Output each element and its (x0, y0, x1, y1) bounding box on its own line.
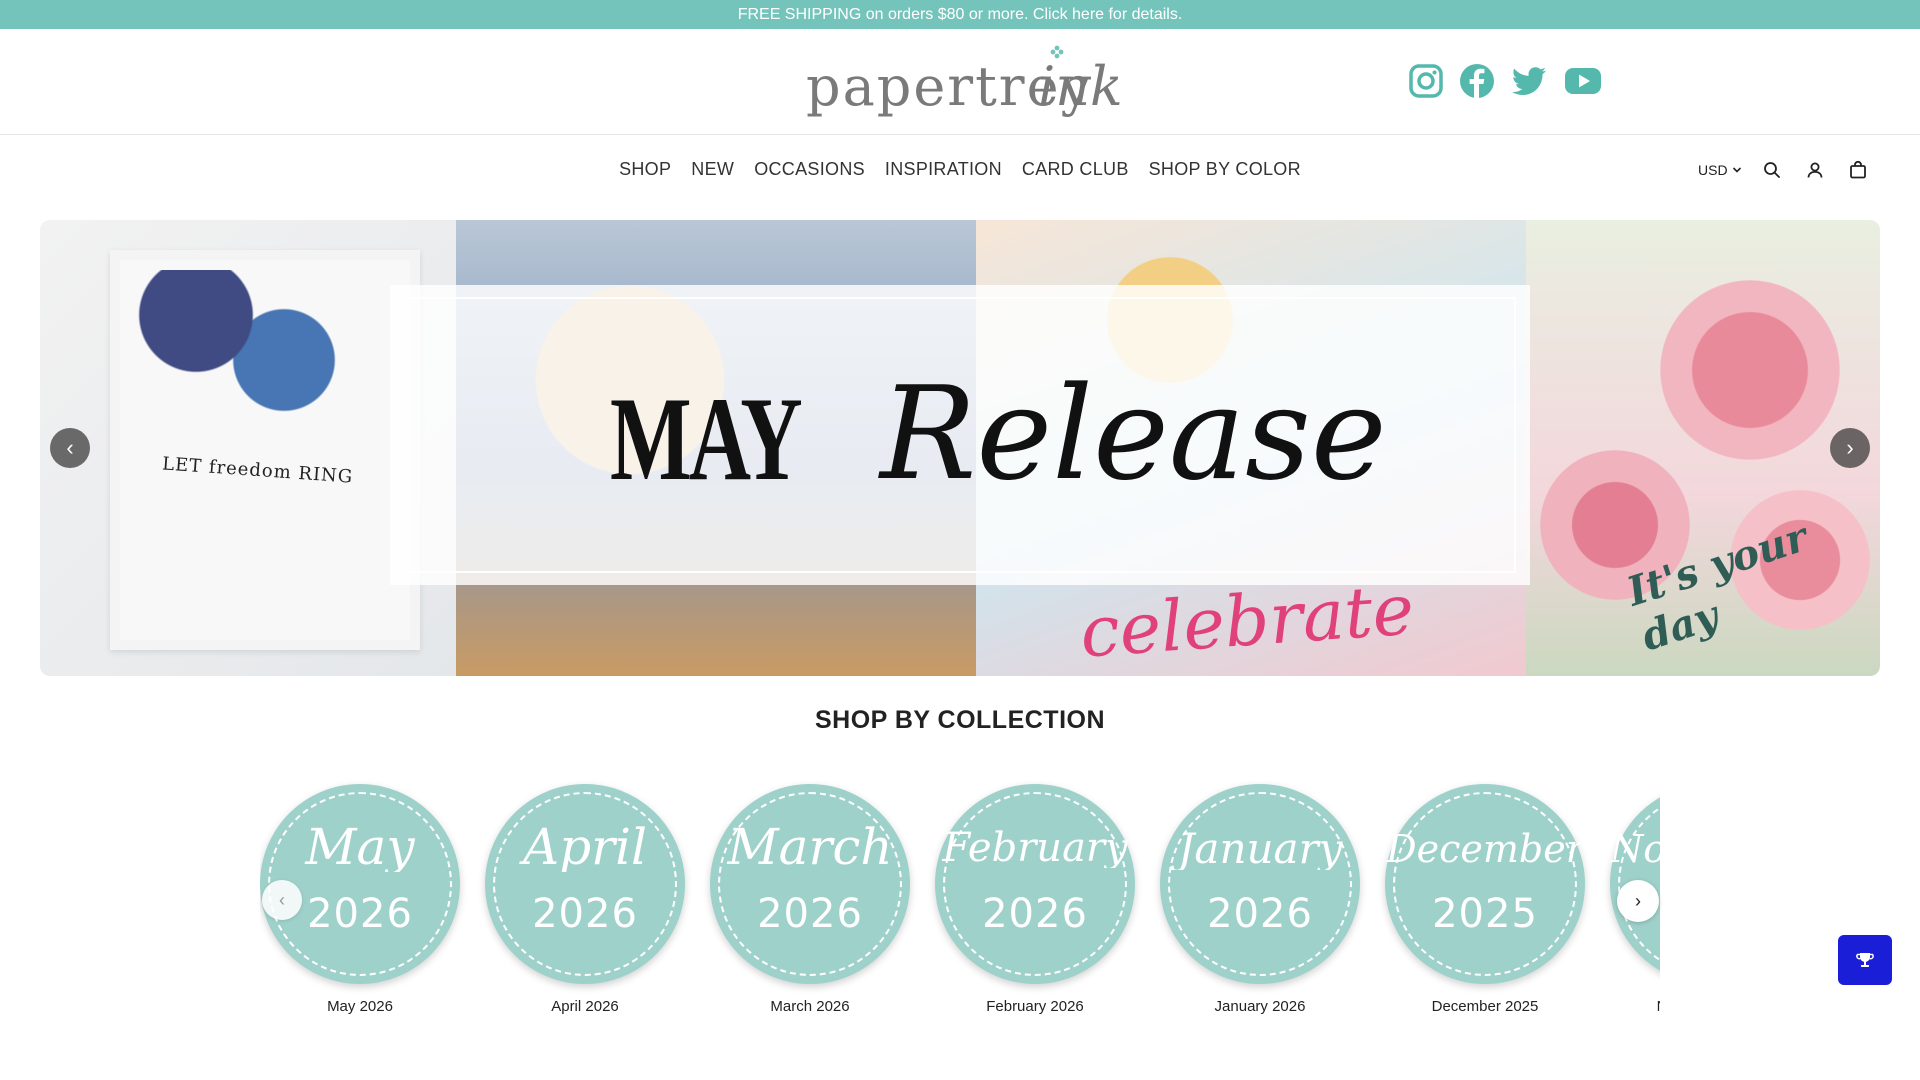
nav-item-card-club[interactable]: CARD CLUB (1022, 159, 1129, 180)
instagram-icon (1409, 64, 1443, 98)
trophy-icon (1856, 953, 1874, 967)
badge-month: May (305, 822, 415, 872)
badge-year: 2026 (532, 891, 638, 937)
facebook-link[interactable] (1458, 62, 1496, 100)
search-button[interactable] (1762, 160, 1782, 180)
account-button[interactable] (1805, 160, 1825, 180)
rewards-launcher-button[interactable] (1838, 935, 1892, 985)
nav-item-shop[interactable]: SHOP (619, 159, 671, 180)
collection-label[interactable]: January 2026 (1160, 998, 1360, 1015)
badge-year: 2026 (982, 891, 1088, 937)
hero-title-may: MAY (610, 372, 803, 505)
badge-year: 2026 (757, 891, 863, 937)
youtube-icon (1565, 68, 1601, 94)
badge-month: April (523, 822, 647, 872)
cart-icon (1850, 160, 1866, 179)
badge-year: 2025 (1432, 891, 1538, 937)
nav-item-inspiration[interactable]: INSPIRATION (885, 159, 1002, 180)
collection-item[interactable]: December 2025 December 2025 (1385, 780, 1585, 1020)
nav-item-shop-by-color[interactable]: SHOP BY COLOR (1149, 159, 1301, 180)
hero-title-release: Release (880, 360, 1387, 509)
collection-badge: April 2026 (485, 784, 685, 984)
collection-badge: January 2026 (1160, 784, 1360, 984)
brand-name-part2: ink (1038, 55, 1123, 118)
peony-flower-1 (1660, 280, 1840, 460)
badge-month: December (1386, 830, 1584, 868)
nav-menu: SHOP NEW OCCASIONS INSPIRATION CARD CLUB… (0, 159, 1920, 180)
currency-selector[interactable]: USD (1698, 162, 1742, 178)
collections-carousel: May 2026 May 2026 April 2026 April 2026 … (260, 780, 1660, 1020)
collection-badge: March 2026 (710, 784, 910, 984)
site-header: papertrey ink (0, 29, 1920, 135)
twitter-link[interactable] (1510, 62, 1548, 100)
chevron-down-icon (1732, 167, 1741, 173)
youtube-link[interactable] (1564, 62, 1602, 100)
collections-prev-button[interactable]: ‹ (262, 880, 302, 920)
collection-badge: December 2025 (1385, 784, 1585, 984)
collection-item[interactable]: January 2026 January 2026 (1160, 780, 1360, 1020)
facebook-icon (1460, 64, 1494, 98)
cart-button[interactable] (1848, 160, 1868, 180)
instagram-link[interactable] (1407, 62, 1445, 100)
flag-motif (130, 270, 350, 420)
announcement-text[interactable]: FREE SHIPPING on orders $80 or more. Cli… (738, 6, 1183, 23)
collection-label[interactable]: February 2026 (935, 998, 1135, 1015)
collection-label[interactable]: May 2026 (260, 998, 460, 1015)
nav-item-occasions[interactable]: OCCASIONS (754, 159, 865, 180)
currency-label: USD (1698, 162, 1728, 178)
badge-month: January (1177, 828, 1343, 870)
search-icon (1764, 162, 1780, 178)
hero-next-button[interactable]: › (1830, 428, 1870, 468)
collection-item[interactable]: March 2026 March 2026 (710, 780, 910, 1020)
collection-badge: February 2026 (935, 784, 1135, 984)
badge-month: February (942, 828, 1128, 868)
collection-label[interactable]: March 2026 (710, 998, 910, 1015)
collections-title: SHOP BY COLLECTION (814, 706, 1106, 734)
collection-item[interactable]: April 2026 April 2026 (485, 780, 685, 1020)
badge-year: 2026 (1207, 891, 1313, 937)
collection-label[interactable]: April 2026 (485, 998, 685, 1015)
collection-label[interactable]: December 2025 (1385, 998, 1585, 1015)
badge-month: March (727, 822, 893, 872)
hero-banner[interactable]: LET freedom RING MAY Release celebrate I… (40, 220, 1880, 676)
collection-label[interactable]: November 2025 (1610, 998, 1660, 1015)
badge-month: November (1610, 830, 1660, 868)
collection-item[interactable]: February 2026 February 2026 (935, 780, 1135, 1020)
brand-logo[interactable]: papertrey ink (800, 43, 1123, 119)
nav-item-new[interactable]: NEW (691, 159, 734, 180)
twitter-icon (1511, 67, 1546, 95)
announcement-bar[interactable]: FREE SHIPPING on orders $80 or more. Cli… (0, 0, 1920, 29)
hero-prev-button[interactable]: ‹ (50, 428, 90, 468)
collections-next-button[interactable]: › (1617, 880, 1659, 922)
main-navigation: SHOP NEW OCCASIONS INSPIRATION CARD CLUB… (0, 136, 1920, 202)
account-icon (1807, 162, 1823, 178)
